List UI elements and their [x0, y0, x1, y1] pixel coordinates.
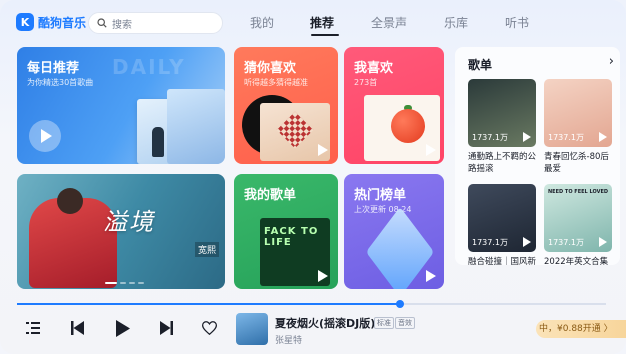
search-placeholder: 搜索 [112, 19, 132, 31]
playlist-item[interactable]: 1737.1万 通勤路上不羁的公路摇滚 [468, 79, 536, 175]
heart-icon[interactable] [202, 321, 217, 335]
quality-badge[interactable]: 标准 [374, 317, 394, 329]
guess-you-like-card[interactable]: 猜你喜欢 听得越多猜得越准 [234, 47, 338, 164]
playlist-cover: 1737.1万 [468, 79, 536, 147]
now-playing-artist[interactable]: 张星特 [275, 333, 302, 346]
pagination-dot[interactable] [120, 282, 126, 284]
banner-pagination[interactable] [105, 282, 144, 284]
play-pause-icon[interactable] [116, 320, 130, 337]
songlist-title: 歌单 [468, 58, 493, 72]
play-count: 1737.1万 [472, 133, 508, 142]
playlist-item[interactable]: 1737.1万 融合碰撞｜国风新玩法，若一般 [468, 184, 536, 265]
fav-play-icon[interactable] [426, 144, 436, 156]
now-playing-cover[interactable] [236, 313, 268, 345]
playlist-name: 融合碰撞｜国风新玩法，若一般 [468, 257, 536, 265]
previous-track-icon[interactable] [71, 321, 84, 335]
playlist-cover: 1737.1万 [468, 184, 536, 252]
charts-title: 热门榜单 [354, 188, 407, 203]
app-name: 酷狗音乐 [38, 15, 87, 30]
search-icon [97, 18, 107, 28]
banner-artist-head [57, 188, 83, 214]
my-songlists-card[interactable]: 我的歌单 FACK TO LIFE [234, 174, 338, 289]
banner-album-title: 溢境 [103, 208, 155, 236]
tab-audiobook[interactable]: 听书 [505, 14, 529, 31]
play-icon[interactable] [599, 237, 607, 247]
chevron-right-icon[interactable]: › [609, 54, 614, 69]
playlist-cover: NEED TO FEEL LOVED 1737.1万 [544, 184, 612, 252]
tab-mine[interactable]: 我的 [250, 14, 274, 31]
my-favorites-card[interactable]: 我喜欢 273首 [344, 47, 444, 164]
play-icon[interactable] [599, 132, 607, 142]
daily-play-button[interactable] [29, 120, 61, 152]
fav-title: 我喜欢 [354, 61, 394, 76]
playlist-name: 2022年英文合集｜无法自拔接 [544, 257, 609, 265]
charts-play-icon[interactable] [426, 270, 436, 282]
play-icon[interactable] [523, 237, 531, 247]
playlist-name: 青春回忆杀-80后最爱 [544, 152, 609, 174]
playlist-item[interactable]: 1737.1万 青春回忆杀-80后最爱 [544, 79, 612, 175]
play-count: 1737.1万 [472, 238, 508, 247]
playlist-cover: 1737.1万 [544, 79, 612, 147]
daily-subtitle: 为你精选30首歌曲 [27, 78, 94, 87]
fav-count: 273首 [354, 78, 378, 87]
play-count: 1737.1万 [548, 238, 584, 247]
playlist-cover-text: NEED TO FEEL LOVED [548, 189, 609, 195]
guess-title: 猜你喜欢 [244, 61, 297, 76]
pagination-dot[interactable] [129, 282, 135, 284]
logo-icon: K [16, 13, 34, 31]
app-logo[interactable]: K 酷狗音乐 [16, 13, 86, 31]
play-icon [41, 129, 52, 143]
playlist-name: 通勤路上不羁的公路摇滚 [468, 152, 536, 174]
next-track-icon[interactable] [160, 321, 173, 335]
guess-subtitle: 听得越多猜得越准 [244, 78, 308, 87]
sound-effect-badge[interactable]: 音效 [395, 317, 415, 329]
vip-promo-button[interactable]: 中，¥0.88开通 〉 [536, 320, 626, 338]
search-input[interactable]: 搜索 [88, 12, 223, 34]
mysongs-cover-text: FACK TO LIFE [264, 226, 319, 248]
hot-charts-card[interactable]: 热门榜单 上次更新 08.24 [344, 174, 444, 289]
daily-recommend-card[interactable]: DAILY 每日推荐 为你精选30首歌曲 [17, 47, 225, 164]
playback-progress-bar[interactable] [17, 300, 606, 308]
app-window: K 酷狗音乐 搜索 我的 推荐 全景声 乐库 听书 DAILY 每日推荐 为你精… [0, 0, 626, 354]
progress-handle[interactable] [395, 300, 404, 308]
mysongs-play-icon[interactable] [318, 270, 328, 282]
mysongs-title: 我的歌单 [244, 188, 297, 203]
songlist-panel: 歌单 › 1737.1万 通勤路上不羁的公路摇滚 1737.1万 青春回忆杀-8… [455, 47, 620, 265]
pagination-dot[interactable] [138, 282, 144, 284]
pagination-dot[interactable] [105, 282, 117, 284]
daily-cover-figure [152, 127, 164, 157]
banner-artist-stamp: 宽熙 [195, 242, 220, 257]
charts-cube-art [365, 206, 435, 289]
playlist-icon[interactable] [26, 322, 40, 334]
tab-recommend[interactable]: 推荐 [310, 14, 334, 31]
active-tab-indicator [311, 34, 339, 36]
guess-play-icon[interactable] [318, 144, 328, 156]
tomato-art [391, 109, 425, 143]
play-icon[interactable] [523, 132, 531, 142]
tab-library[interactable]: 乐库 [444, 14, 468, 31]
daily-title: 每日推荐 [27, 61, 80, 76]
daily-cover-image [167, 89, 225, 164]
daily-watermark: DAILY [112, 55, 186, 79]
playlist-item[interactable]: NEED TO FEEL LOVED 1737.1万 2022年英文合集｜无法自… [544, 184, 612, 265]
tab-surround[interactable]: 全景声 [371, 14, 407, 31]
now-playing-title[interactable]: 夏夜烟火(摇滚DJ版) [275, 315, 375, 331]
banner-card[interactable]: 溢境 宽熙 [17, 174, 225, 289]
progress-fill [17, 303, 400, 305]
play-count: 1737.1万 [548, 133, 584, 142]
